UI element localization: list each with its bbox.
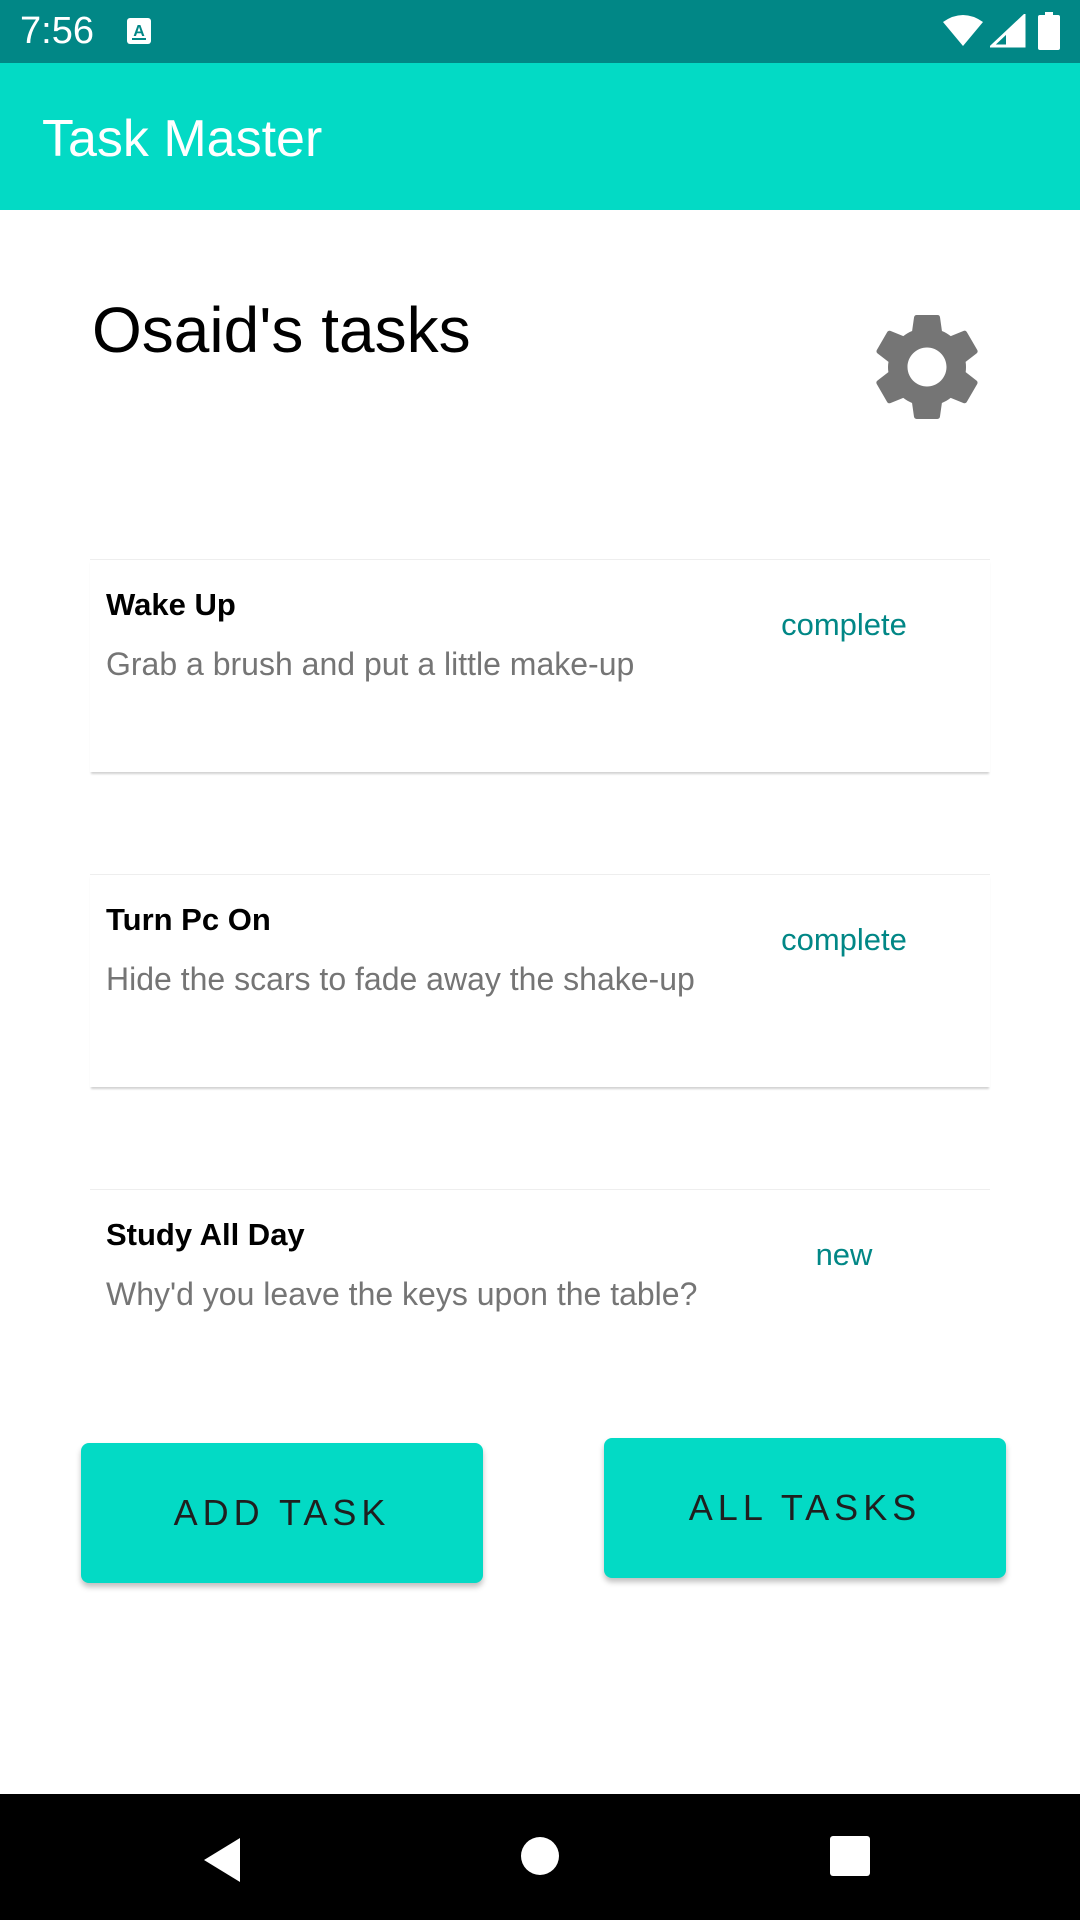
add-task-button[interactable]: ADD TASK — [81, 1443, 483, 1583]
a-notification-icon: A — [127, 18, 151, 44]
task-card[interactable]: Study All Day Why'd you leave the keys u… — [90, 1189, 990, 1402]
task-title: Wake Up — [106, 587, 236, 622]
wifi-icon — [943, 15, 983, 46]
gear-icon — [876, 315, 978, 419]
task-title: Turn Pc On — [106, 902, 271, 937]
status-bar: 7:56 A — [0, 0, 1080, 63]
task-title: Study All Day — [106, 1217, 305, 1252]
settings-button[interactable] — [862, 302, 992, 432]
all-tasks-button[interactable]: ALL TASKS — [604, 1438, 1006, 1578]
recents-icon[interactable] — [830, 1836, 870, 1876]
app-title: Task Master — [42, 110, 323, 168]
task-state: complete — [781, 922, 907, 957]
navigation-bar — [0, 1794, 1080, 1920]
status-time: 7:56 — [20, 10, 94, 52]
svg-text:A: A — [133, 23, 145, 40]
task-body: Hide the scars to fade away the shake-up — [106, 961, 695, 997]
task-body: Why'd you leave the keys upon the table? — [106, 1276, 698, 1312]
home-icon[interactable] — [520, 1836, 560, 1876]
task-card[interactable]: Turn Pc On Hide the scars to fade away t… — [90, 874, 990, 1087]
task-state: complete — [781, 607, 907, 642]
task-card[interactable]: Wake Up Grab a brush and put a little ma… — [90, 559, 990, 772]
task-body: Grab a brush and put a little make-up — [106, 646, 635, 682]
signal-icon — [990, 14, 1026, 48]
page-title: Osaid's tasks — [92, 294, 471, 366]
back-icon[interactable] — [200, 1836, 244, 1884]
app-bar: Task Master — [0, 63, 1080, 210]
battery-icon — [1038, 12, 1060, 50]
task-state: new — [815, 1237, 873, 1272]
